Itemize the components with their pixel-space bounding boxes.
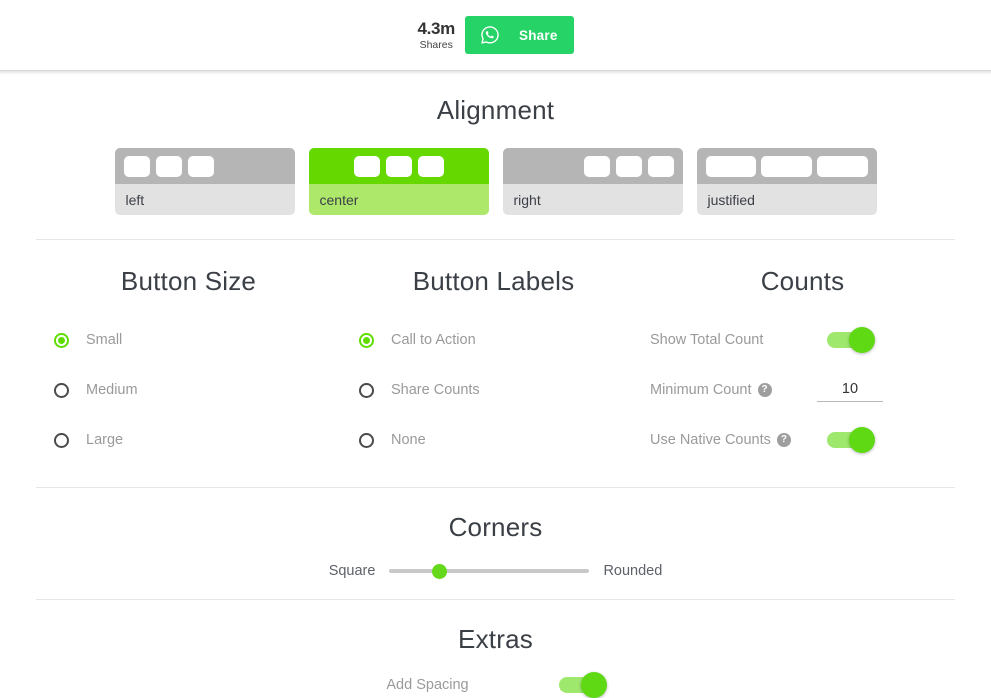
button-labels-title: Button Labels: [412, 266, 575, 296]
button-pill: [385, 155, 412, 177]
alignment-preview-left: [114, 148, 295, 184]
share-preview-bar: 4.3m Shares Share: [0, 0, 991, 70]
alignment-label-justified: justified: [696, 184, 877, 215]
toggle-show-total-count[interactable]: [827, 327, 875, 353]
radio-label-none: None: [391, 432, 426, 448]
corners-max-label: Rounded: [603, 563, 663, 579]
alignment-section: Alignment left center right justified: [0, 75, 991, 215]
radio-option-medium[interactable]: Medium: [54, 365, 341, 415]
setting-show-total-count: Show Total Count: [650, 315, 955, 365]
button-pill: [353, 155, 380, 177]
question-mark-icon[interactable]: ?: [776, 433, 791, 447]
control-use-native-counts: [808, 427, 892, 453]
alignment-label-left: left: [114, 184, 295, 215]
button-pill: [123, 155, 150, 177]
toggle-add-spacing[interactable]: [558, 672, 607, 698]
label-minimum-count-text: Minimum Count: [650, 382, 752, 398]
corners-title: Corners: [448, 512, 543, 542]
total-count-label: Shares: [419, 38, 453, 51]
setting-use-native-counts: Use Native Counts ?: [650, 415, 955, 465]
radio-icon[interactable]: [54, 432, 69, 448]
corners-slider-row: Square Rounded: [36, 563, 955, 579]
button-pill: [816, 155, 868, 177]
button-pill: [705, 155, 757, 177]
button-pill: [615, 155, 642, 177]
label-use-native-counts: Use Native Counts ?: [650, 432, 800, 448]
button-size-title: Button Size: [120, 266, 257, 296]
corners-slider[interactable]: [389, 563, 590, 579]
radio-icon[interactable]: [359, 432, 374, 448]
radio-option-small[interactable]: Small: [54, 315, 341, 365]
alignment-preview-justified: [696, 148, 877, 184]
alignment-label-center: center: [308, 184, 489, 215]
total-count-value: 4.3m: [417, 18, 456, 38]
toggle-knob: [849, 427, 875, 453]
radio-option-share-counts[interactable]: Share Counts: [359, 365, 646, 415]
button-pill: [417, 155, 444, 177]
alignment-preview-center: [308, 148, 489, 184]
toggle-use-native-counts[interactable]: [827, 427, 875, 453]
alignment-option-justified[interactable]: justified: [696, 148, 877, 215]
control-minimum-count: [808, 378, 892, 402]
button-pill: [187, 155, 214, 177]
counts-section: Counts Show Total Count Minimum Count ? …: [646, 266, 955, 465]
extras-title: Extras: [458, 624, 533, 654]
extras-row: Add Spacing: [36, 672, 955, 698]
radio-icon-selected[interactable]: [359, 332, 374, 348]
button-pill: [761, 155, 812, 177]
extras-section: Extras Add Spacing: [0, 600, 991, 698]
button-pill: [155, 155, 182, 177]
counts-title: Counts: [760, 266, 845, 296]
radio-option-large[interactable]: Large: [54, 415, 341, 465]
share-button-label: Share: [519, 27, 558, 43]
corners-section: Corners Square Rounded: [0, 488, 991, 599]
radio-option-none[interactable]: None: [359, 415, 646, 465]
whatsapp-icon: [481, 26, 499, 44]
button-pill: [583, 155, 610, 177]
alignment-option-right[interactable]: right: [502, 148, 683, 215]
alignment-option-center[interactable]: center: [308, 148, 489, 215]
question-mark-icon[interactable]: ?: [757, 383, 772, 397]
label-add-spacing: Add Spacing: [386, 677, 469, 693]
alignment-label-right: right: [502, 184, 683, 215]
toggle-knob: [849, 327, 875, 353]
alignment-option-left[interactable]: left: [114, 148, 295, 215]
radio-icon[interactable]: [359, 382, 374, 398]
control-show-total-count: [808, 327, 892, 353]
corners-slider-handle[interactable]: [431, 563, 447, 579]
radio-label-large: Large: [86, 432, 124, 448]
alignment-title: Alignment: [436, 95, 555, 125]
radio-label-medium: Medium: [86, 382, 138, 398]
minimum-count-input[interactable]: [817, 378, 883, 402]
total-share-count: 4.3m Shares: [417, 20, 455, 51]
share-widget-preview: 4.3m Shares Share: [417, 16, 574, 54]
radio-label-small: Small: [86, 332, 123, 348]
setting-minimum-count: Minimum Count ?: [650, 365, 955, 415]
button-labels-radio-group: Call to Action Share Counts None: [341, 315, 646, 465]
corners-min-label: Square: [328, 563, 376, 579]
alignment-options: left center right justified: [0, 148, 991, 215]
radio-label-call-to-action: Call to Action: [391, 332, 476, 348]
radio-icon-selected[interactable]: [54, 332, 69, 348]
button-pill: [647, 155, 674, 177]
label-show-total-count: Show Total Count: [650, 332, 764, 348]
options-row: Button Size Small Medium Large Button La…: [0, 240, 991, 487]
radio-label-share-counts: Share Counts: [391, 382, 480, 398]
label-minimum-count: Minimum Count ?: [650, 382, 800, 398]
label-use-native-counts-text: Use Native Counts: [650, 432, 771, 448]
button-labels-section: Button Labels Call to Action Share Count…: [341, 266, 646, 465]
radio-icon[interactable]: [54, 382, 69, 398]
alignment-preview-right: [502, 148, 683, 184]
whatsapp-share-button[interactable]: Share: [465, 16, 574, 54]
button-size-section: Button Size Small Medium Large: [36, 266, 341, 465]
button-size-radio-group: Small Medium Large: [36, 315, 341, 465]
radio-option-call-to-action[interactable]: Call to Action: [359, 315, 646, 365]
